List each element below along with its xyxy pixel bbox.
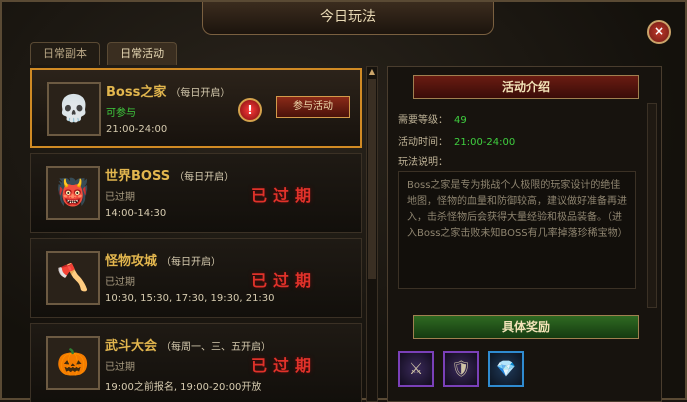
level-value: 49 bbox=[454, 115, 467, 126]
event-status: 已过期 bbox=[105, 192, 135, 203]
close-button[interactable]: × bbox=[647, 20, 671, 44]
event-card-martial-tournament[interactable]: 🎃 武斗大会 （每周一、三、五开启） 已过期 19:00之前报名, 19:00-2… bbox=[30, 323, 362, 402]
required-level: 需要等级： 49 bbox=[398, 111, 467, 126]
daily-activities-window: 今日玩法 × 日常副本 日常活动 💀 Boss之家 （每日开启） 可参与 21:0… bbox=[0, 0, 687, 402]
event-status: 已过期 bbox=[105, 277, 135, 288]
join-activity-button[interactable]: 参与活动 bbox=[276, 96, 350, 118]
event-card-boss-home[interactable]: 💀 Boss之家 （每日开启） 可参与 21:00-24:00 ! 参与活动 bbox=[30, 68, 362, 148]
blue-beast-icon: 👹 bbox=[46, 166, 100, 220]
expired-stamp: 已过期 bbox=[251, 271, 318, 290]
event-list: 💀 Boss之家 （每日开启） 可参与 21:00-24:00 ! 参与活动 👹 … bbox=[30, 66, 365, 402]
golden-head-icon: 🎃 bbox=[46, 336, 100, 390]
time-value: 21:00-24:00 bbox=[454, 137, 516, 148]
event-card-monster-siege[interactable]: 🪓 怪物攻城 （每日开启） 已过期 10:30, 15:30, 17:30, 19… bbox=[30, 238, 362, 318]
event-schedule: （每日开启） bbox=[174, 172, 235, 183]
event-time: 19:00之前报名, 19:00-20:00开放 bbox=[105, 382, 262, 393]
description-text: Boss之家是专为挑战个人极限的玩家设计的绝佳地图，怪物的血量和防御较高，建议做… bbox=[398, 171, 636, 289]
event-name: 怪物攻城 bbox=[105, 254, 158, 269]
event-list-scrollbar[interactable]: ▲ bbox=[366, 66, 378, 402]
detail-scrollbar[interactable] bbox=[647, 103, 657, 308]
event-title: 世界BOSS （每日开启） bbox=[105, 165, 234, 184]
event-title: Boss之家 （每日开启） bbox=[106, 81, 230, 100]
event-detail-panel: 活动介绍 需要等级： 49 活动时间： 21:00-24:00 玩法说明： Boss… bbox=[387, 66, 662, 402]
blue-item-icon[interactable]: 💎 bbox=[488, 351, 525, 387]
reward-banner: 具体奖励 bbox=[413, 315, 639, 339]
event-name: 武斗大会 bbox=[105, 339, 158, 354]
event-time: 10:30, 15:30, 17:30, 19:30, 21:30 bbox=[105, 293, 275, 304]
event-status: 可参与 bbox=[106, 108, 136, 119]
event-time: 14:00-14:30 bbox=[105, 208, 167, 219]
purple-armor-icon[interactable]: 🛡 bbox=[443, 351, 480, 387]
window-title: 今日玩法 bbox=[202, 2, 494, 35]
event-name: Boss之家 bbox=[106, 85, 167, 100]
level-label: 需要等级： bbox=[398, 115, 448, 126]
event-time: 21:00-24:00 bbox=[106, 124, 168, 135]
event-title: 怪物攻城 （每日开启） bbox=[105, 250, 221, 269]
axe-monster-icon: 🪓 bbox=[46, 251, 100, 305]
event-title: 武斗大会 （每周一、三、五开启） bbox=[105, 335, 271, 354]
activity-time: 活动时间： 21:00-24:00 bbox=[398, 133, 515, 148]
event-schedule: （每日开启） bbox=[170, 88, 231, 99]
zombie-head-icon: 💀 bbox=[47, 82, 101, 136]
event-card-world-boss[interactable]: 👹 世界BOSS （每日开启） 已过期 14:00-14:30 已过期 bbox=[30, 153, 362, 233]
alert-icon: ! bbox=[238, 98, 262, 122]
purple-weapon-icon[interactable]: ⚔ bbox=[398, 351, 434, 387]
time-label: 活动时间： bbox=[398, 137, 448, 148]
scroll-up-icon[interactable]: ▲ bbox=[367, 67, 377, 77]
expired-stamp: 已过期 bbox=[251, 186, 318, 205]
reward-list: ⚔ 🛡 💎 bbox=[398, 351, 528, 387]
event-status: 已过期 bbox=[105, 362, 135, 373]
event-name: 世界BOSS bbox=[105, 169, 171, 184]
tab-bar: 日常副本 日常活动 bbox=[30, 42, 179, 66]
expired-stamp: 已过期 bbox=[251, 356, 318, 375]
event-schedule: （每日开启） bbox=[161, 257, 222, 268]
description-label: 玩法说明： bbox=[398, 157, 448, 168]
scroll-thumb[interactable] bbox=[368, 79, 376, 279]
tab-daily-dungeon[interactable]: 日常副本 bbox=[30, 42, 100, 65]
tab-daily-activity[interactable]: 日常活动 bbox=[107, 42, 178, 65]
intro-banner: 活动介绍 bbox=[413, 75, 639, 99]
